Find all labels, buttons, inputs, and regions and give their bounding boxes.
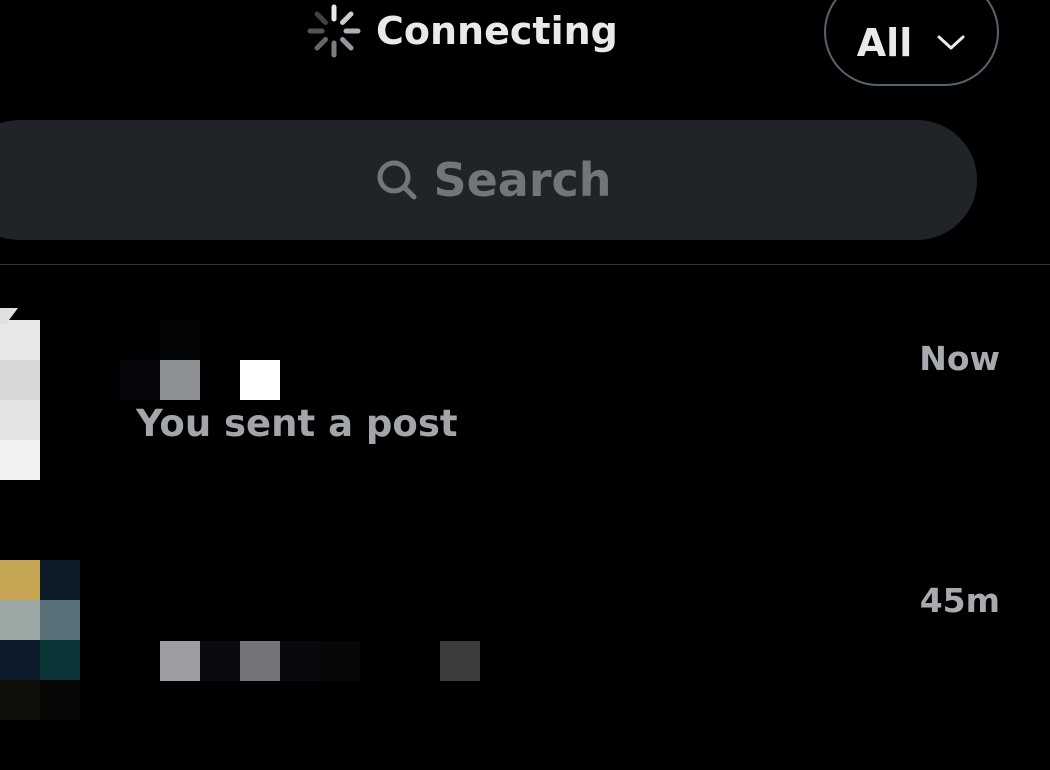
timestamp: 45m <box>919 581 1000 620</box>
conversation-item[interactable]: 45m <box>0 540 1050 770</box>
filter-dropdown-button[interactable]: All <box>824 0 999 86</box>
connection-status: Connecting <box>304 2 618 60</box>
search-placeholder: Search <box>433 153 612 207</box>
message-preview: You sent a post <box>136 402 458 445</box>
contact-name-redacted <box>0 540 600 740</box>
contact-name-redacted <box>0 290 600 490</box>
search-placeholder-group: Search <box>375 153 612 207</box>
timestamp: Now <box>919 339 1000 378</box>
conversation-item[interactable]: You sent a post Now <box>0 290 1050 520</box>
filter-selected-label: All <box>856 21 913 65</box>
divider <box>0 264 1050 265</box>
status-text: Connecting <box>376 9 618 53</box>
header: Connecting All <box>0 0 1050 100</box>
chevron-down-icon <box>937 35 965 50</box>
search-input[interactable]: Search <box>0 120 977 240</box>
loading-spinner-icon <box>307 4 361 58</box>
search-icon <box>377 160 417 200</box>
